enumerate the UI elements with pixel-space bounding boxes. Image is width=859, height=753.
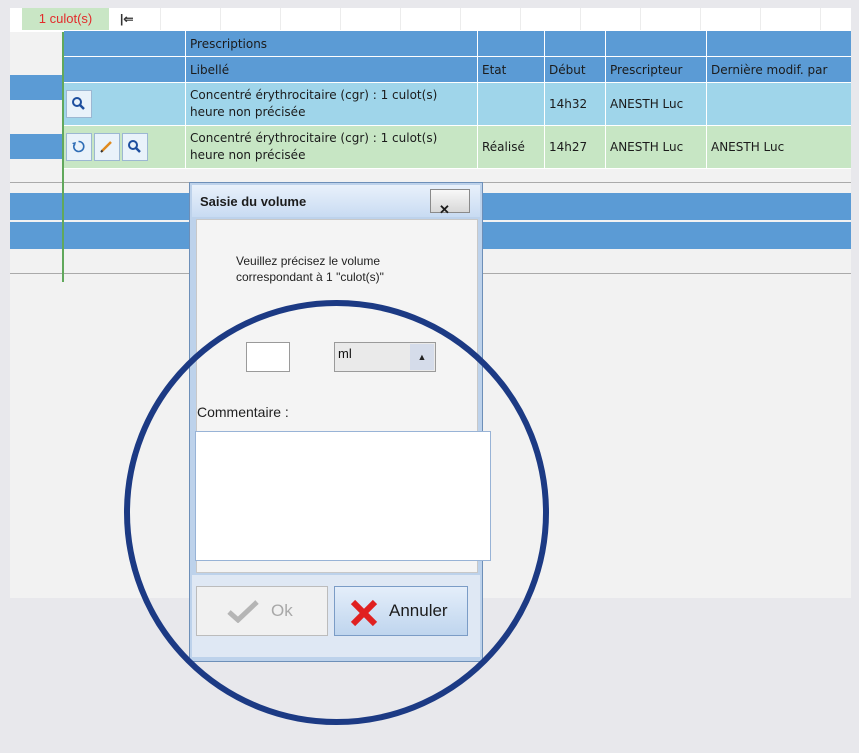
cell-etat (477, 82, 545, 126)
view-button[interactable] (66, 90, 92, 118)
prescriptions-table: Prescriptions Libellé Etat Début Prescri… (63, 30, 851, 169)
group-header-prescriptions: Prescriptions (185, 30, 478, 57)
search-icon (72, 97, 85, 110)
timeline-strip (10, 8, 851, 32)
cell-modif: ANESTH Luc (706, 125, 851, 169)
cell-debut: 14h32 (544, 82, 606, 126)
dialog-titlebar[interactable]: Saisie du volume ✕ (192, 185, 480, 217)
grid-line (580, 8, 581, 32)
edit-button[interactable] (94, 133, 120, 161)
comment-label: Commentaire : (197, 404, 289, 420)
cell-modif (706, 82, 851, 126)
volume-prompt: Veuillez précisez le volume correspondan… (236, 254, 384, 284)
column-header-etat[interactable]: Etat (477, 56, 545, 83)
column-header-modif[interactable]: Dernière modif. par (706, 56, 851, 83)
dropdown-arrow-icon[interactable]: ▲ (410, 344, 434, 370)
cell-prescripteur: ANESTH Luc (605, 125, 707, 169)
cancel-label: Annuler (389, 601, 448, 620)
volume-input[interactable] (246, 342, 290, 372)
cancel-x-icon (350, 599, 378, 627)
undo-icon (72, 140, 85, 153)
dialog-title: Saisie du volume (200, 194, 307, 209)
cell-debut: 14h27 (544, 125, 606, 169)
column-header-libelle[interactable]: Libellé (185, 56, 478, 83)
current-time-line (62, 32, 64, 282)
grid-line (460, 8, 461, 32)
ok-button[interactable]: Ok (196, 586, 328, 636)
checkmark-icon (227, 600, 259, 623)
volume-dialog: Saisie du volume ✕ Veuillez précisez le … (189, 182, 491, 662)
search-icon (128, 140, 141, 153)
ok-label: Ok (271, 601, 293, 620)
cell-prescripteur: ANESTH Luc (605, 82, 707, 126)
culot-badge[interactable]: 1 culot(s) (22, 8, 109, 30)
cell-libelle: Concentré érythrocitaire (cgr) : 1 culot… (185, 125, 478, 169)
grid-line (760, 8, 761, 32)
row-actions (63, 125, 186, 169)
column-header-debut[interactable]: Début (544, 56, 606, 83)
table-column-header: Libellé Etat Début Prescripteur Dernière… (63, 56, 851, 83)
edit-icon (100, 141, 112, 153)
dialog-footer: Ok Annuler (192, 575, 480, 657)
close-icon: ✕ (439, 202, 450, 217)
undo-button[interactable] (66, 133, 92, 161)
cell-libelle: Concentré érythrocitaire (cgr) : 1 culot… (185, 82, 478, 126)
row-actions (63, 82, 186, 126)
view-button[interactable] (122, 133, 148, 161)
grid-line (400, 8, 401, 32)
column-header-prescripteur[interactable]: Prescripteur (605, 56, 707, 83)
unit-selected-value: ml (338, 346, 352, 361)
grid-line (640, 8, 641, 32)
grid-line (280, 8, 281, 32)
table-row[interactable]: Concentré érythrocitaire (cgr) : 1 culot… (63, 125, 851, 169)
table-row[interactable]: Concentré érythrocitaire (cgr) : 1 culot… (63, 82, 851, 126)
time-marker-icon: |⇐ (120, 12, 134, 26)
cancel-button[interactable]: Annuler (334, 586, 468, 636)
comment-textarea[interactable] (195, 431, 491, 561)
dialog-body: Veuillez précisez le volume correspondan… (195, 219, 491, 573)
grid-line (520, 8, 521, 32)
close-button[interactable]: ✕ (430, 189, 470, 217)
grid-line (340, 8, 341, 32)
grid-line (220, 8, 221, 32)
grid-line (160, 8, 161, 32)
grid-line (820, 8, 821, 32)
unit-select[interactable]: ml ▲ (334, 342, 436, 372)
grid-line (700, 8, 701, 32)
cell-etat: Réalisé (477, 125, 545, 169)
table-group-header: Prescriptions (63, 30, 851, 57)
